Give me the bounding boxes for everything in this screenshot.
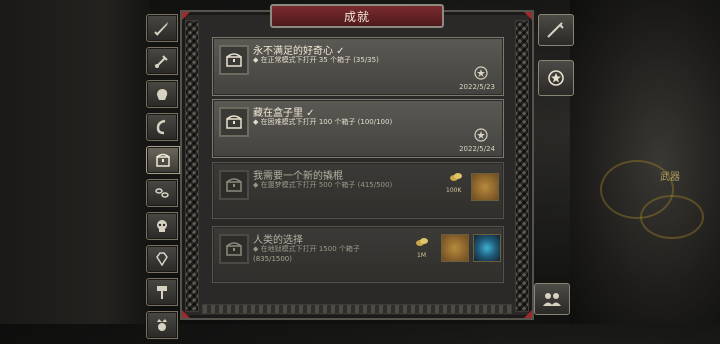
background-left (0, 0, 150, 324)
panel-border-braid (515, 20, 529, 312)
hammer-icon (157, 286, 167, 299)
chest-icon (156, 153, 170, 167)
quill-icon (547, 22, 564, 38)
tab-skull[interactable] (146, 212, 178, 240)
window-title: 成就 (270, 4, 444, 28)
tab-fist[interactable] (146, 80, 178, 108)
sword-icon (154, 22, 168, 36)
reward-item-icon[interactable] (441, 234, 469, 262)
chest-icon (226, 53, 242, 67)
achievement-item[interactable]: 我需要一个新的撬棍 ◆ 在噩梦模式下打开 500 个箱子 (415/500) 1… (212, 162, 504, 219)
achievement-description: ◆ 在地狱模式下打开 1500 个箱子 (253, 245, 360, 253)
completion-date: 2022/5/24 (459, 145, 495, 153)
achievement-icon-frame (219, 234, 249, 264)
panel-bottom-border (202, 304, 512, 314)
gold-reward-amount: 1M (417, 252, 426, 259)
tab-hook[interactable] (146, 113, 178, 141)
chain-icon (155, 188, 169, 198)
achievement-badge-button[interactable] (538, 60, 574, 96)
chest-icon (226, 115, 242, 129)
corner-ornament (524, 310, 532, 318)
corner-ornament (182, 12, 190, 20)
achievement-icon-frame (219, 107, 249, 137)
floor-rune-ring (640, 195, 704, 239)
achievement-item[interactable]: 永不满足的好奇心 ✓ ◆ 在正常模式下打开 35 个箱子 (35/35) 202… (212, 37, 504, 96)
achievement-icon-frame (219, 170, 249, 200)
achievement-description: ◆ 在正常模式下打开 35 个箱子 (35/35) (253, 56, 379, 64)
map-toggle-button[interactable] (538, 14, 574, 46)
tab-dagger[interactable] (146, 47, 178, 75)
skull-crown-icon (157, 319, 167, 331)
corner-ornament (524, 12, 532, 20)
category-tabs (146, 14, 180, 344)
chest-icon (226, 242, 242, 256)
achievements-panel: 永不满足的好奇心 ✓ ◆ 在正常模式下打开 35 个箱子 (35/35) 202… (180, 10, 534, 320)
tab-gem[interactable] (146, 245, 178, 273)
achievement-item[interactable]: 藏在盒子里 ✓ ◆ 在困难模式下打开 100 个箱子 (100/100) 202… (212, 99, 504, 158)
fist-icon (157, 89, 168, 100)
achievement-icon-frame (219, 45, 249, 75)
achievement-description: ◆ 在噩梦模式下打开 500 个箱子 (415/500) (253, 181, 393, 189)
tab-skull-crown[interactable] (146, 311, 178, 339)
hook-icon (156, 119, 166, 135)
panel-border-braid (185, 20, 199, 312)
gold-reward-amount: 100K (446, 187, 462, 194)
party-button[interactable] (534, 283, 570, 315)
tab-chain[interactable] (146, 179, 178, 207)
tab-sword[interactable] (146, 14, 178, 42)
corner-ornament (182, 310, 190, 318)
completion-date: 2022/5/23 (459, 83, 495, 91)
gem-icon (156, 252, 168, 267)
reward-item-icon[interactable] (471, 173, 499, 201)
group-icon (543, 293, 561, 306)
achievement-description: ◆ 在困难模式下打开 100 个箱子 (100/100) (253, 118, 393, 126)
chest-icon (226, 178, 242, 192)
achievement-item[interactable]: 人类的选择 ◆ 在地狱模式下打开 1500 个箱子 (835/1500) 1M (212, 226, 504, 283)
completed-medal-icon (474, 66, 488, 80)
reward-rune-icon[interactable] (473, 234, 501, 262)
tab-hammer[interactable] (146, 278, 178, 306)
skull-icon (157, 220, 167, 232)
completed-medal-icon (474, 128, 488, 142)
gold-coins-icon (416, 238, 428, 246)
tab-chest[interactable] (146, 146, 180, 174)
gold-coins-icon (450, 173, 462, 181)
medal-icon (548, 70, 564, 86)
dagger-icon (155, 55, 168, 68)
weapon-label: 武器 (660, 172, 680, 183)
achievement-progress: (835/1500) (253, 255, 292, 263)
